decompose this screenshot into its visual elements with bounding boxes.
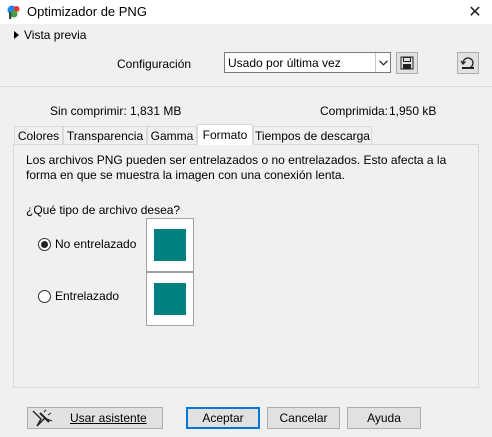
radio-interlaced[interactable]: Entrelazado: [38, 289, 119, 303]
uncompressed-label: Sin comprimir:: [50, 104, 127, 118]
radio-label: No entrelazado: [55, 237, 137, 251]
compressed-label: Comprimida:: [320, 104, 389, 118]
file-type-question: ¿Qué tipo de archivo desea?: [26, 203, 181, 217]
uncompressed-value: 1,831 MB: [130, 104, 182, 118]
radio-selected-dot: [41, 240, 48, 248]
compressed-value: 1,950 kB: [389, 104, 437, 118]
help-button[interactable]: Ayuda: [347, 407, 421, 429]
config-selected-value: Usado por última vez: [228, 55, 341, 70]
tab-label: Formato: [202, 128, 248, 142]
save-preset-button[interactable]: [396, 52, 418, 74]
close-icon: ✕: [468, 4, 482, 21]
non-interlaced-preview: [146, 218, 194, 272]
help-label: Ayuda: [367, 411, 401, 425]
format-panel: Los archivos PNG pueden ser entrelazados…: [13, 144, 479, 388]
preview-toggle[interactable]: Vista previa: [14, 27, 86, 43]
radio-button[interactable]: [38, 237, 51, 251]
chevron-down-icon: [375, 53, 390, 72]
preview-swatch: [154, 229, 186, 261]
tab-formato[interactable]: Formato: [197, 124, 253, 145]
tab-label: Colores: [17, 128, 60, 143]
ok-button[interactable]: Aceptar: [186, 407, 260, 429]
cancel-button[interactable]: Cancelar: [267, 407, 340, 429]
cancel-label: Cancelar: [279, 411, 328, 425]
config-label: Configuración: [117, 57, 192, 71]
window-title: Optimizador de PNG: [27, 4, 147, 19]
radio-button[interactable]: [38, 289, 51, 303]
interlaced-preview: [146, 272, 194, 326]
preview-label: Vista previa: [24, 28, 87, 42]
png-optimizer-dialog: Optimizador de PNG ✕ Vista previa Config…: [0, 0, 492, 437]
reset-preset-button[interactable]: [457, 52, 479, 74]
expand-arrow-icon: [14, 31, 19, 39]
wizard-label: Usar asistente: [70, 411, 147, 425]
tab-tiempos-de-descarga[interactable]: Tiempos de descarga: [253, 126, 372, 144]
format-description: Los archivos PNG pueden ser entrelazados…: [26, 153, 447, 182]
preview-swatch: [154, 283, 186, 315]
reset-preset-icon: [460, 57, 474, 69]
magic-wand-icon: [32, 409, 53, 427]
tab-label: Tiempos de descarga: [255, 128, 370, 143]
close-button[interactable]: ✕: [458, 0, 492, 24]
app-logo-icon: [7, 5, 20, 19]
tab-transparencia[interactable]: Transparencia: [63, 126, 147, 144]
separator: [0, 86, 492, 87]
tab-label: Gamma: [150, 128, 194, 143]
tab-colores[interactable]: Colores: [14, 126, 63, 144]
tab-gamma[interactable]: Gamma: [147, 126, 197, 144]
tab-label: Transparencia: [66, 128, 144, 143]
title-bar: Optimizador de PNG ✕: [0, 0, 492, 24]
floppy-disk-icon: [400, 56, 414, 70]
config-dropdown[interactable]: Usado por última vez: [224, 52, 391, 73]
radio-label: Entrelazado: [55, 289, 120, 303]
use-wizard-button[interactable]: Usar asistente: [27, 407, 163, 429]
ok-label: Aceptar: [202, 411, 244, 425]
radio-non-interlaced[interactable]: No entrelazado: [38, 237, 136, 251]
